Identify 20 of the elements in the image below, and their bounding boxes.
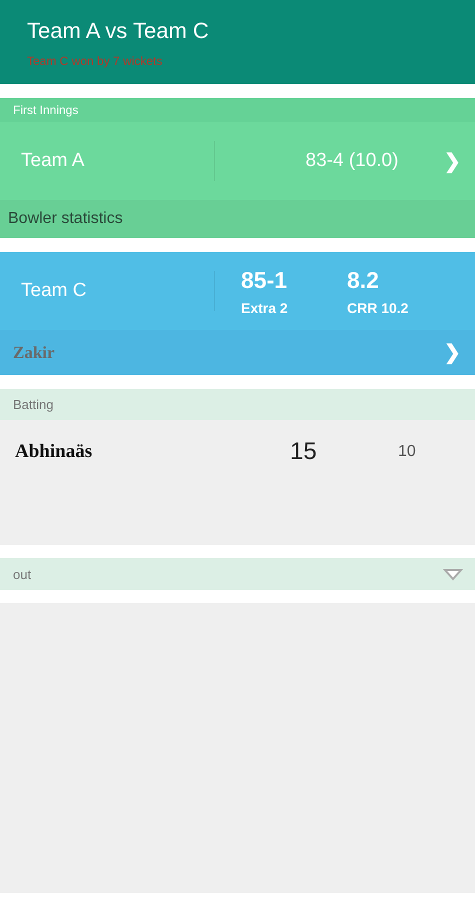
out-dropdown[interactable]: out [0,558,475,590]
match-title: Team A vs Team C [27,18,210,44]
extras-text: Extra 2 [241,300,289,316]
run-rate-text: CRR 10.2 [347,300,410,316]
team-name: Team A [21,150,86,172]
batsman-name: Abhinaäs [15,441,94,463]
balls-text: 10 [398,443,416,461]
team-score: 83-4 (10.0) [304,150,400,172]
innings-label: First Innings [0,98,475,122]
batting-header: Batting [0,389,475,420]
overs-text: 8.2 [347,266,380,294]
bowler-row[interactable]: Zakir ❯ [0,330,475,375]
bowler-statistics-link[interactable]: Bowler statistics [0,200,475,238]
match-result: Team C won by 7 wickets [27,54,164,68]
chevron-icon: ❯ [444,148,461,174]
team-name: Team C [21,280,88,302]
runs-text: 15 [290,438,318,466]
chevron-icon: ❯ [444,340,461,365]
dropdown-triangle-icon [443,568,463,580]
team-score: 85-1 [241,266,288,294]
